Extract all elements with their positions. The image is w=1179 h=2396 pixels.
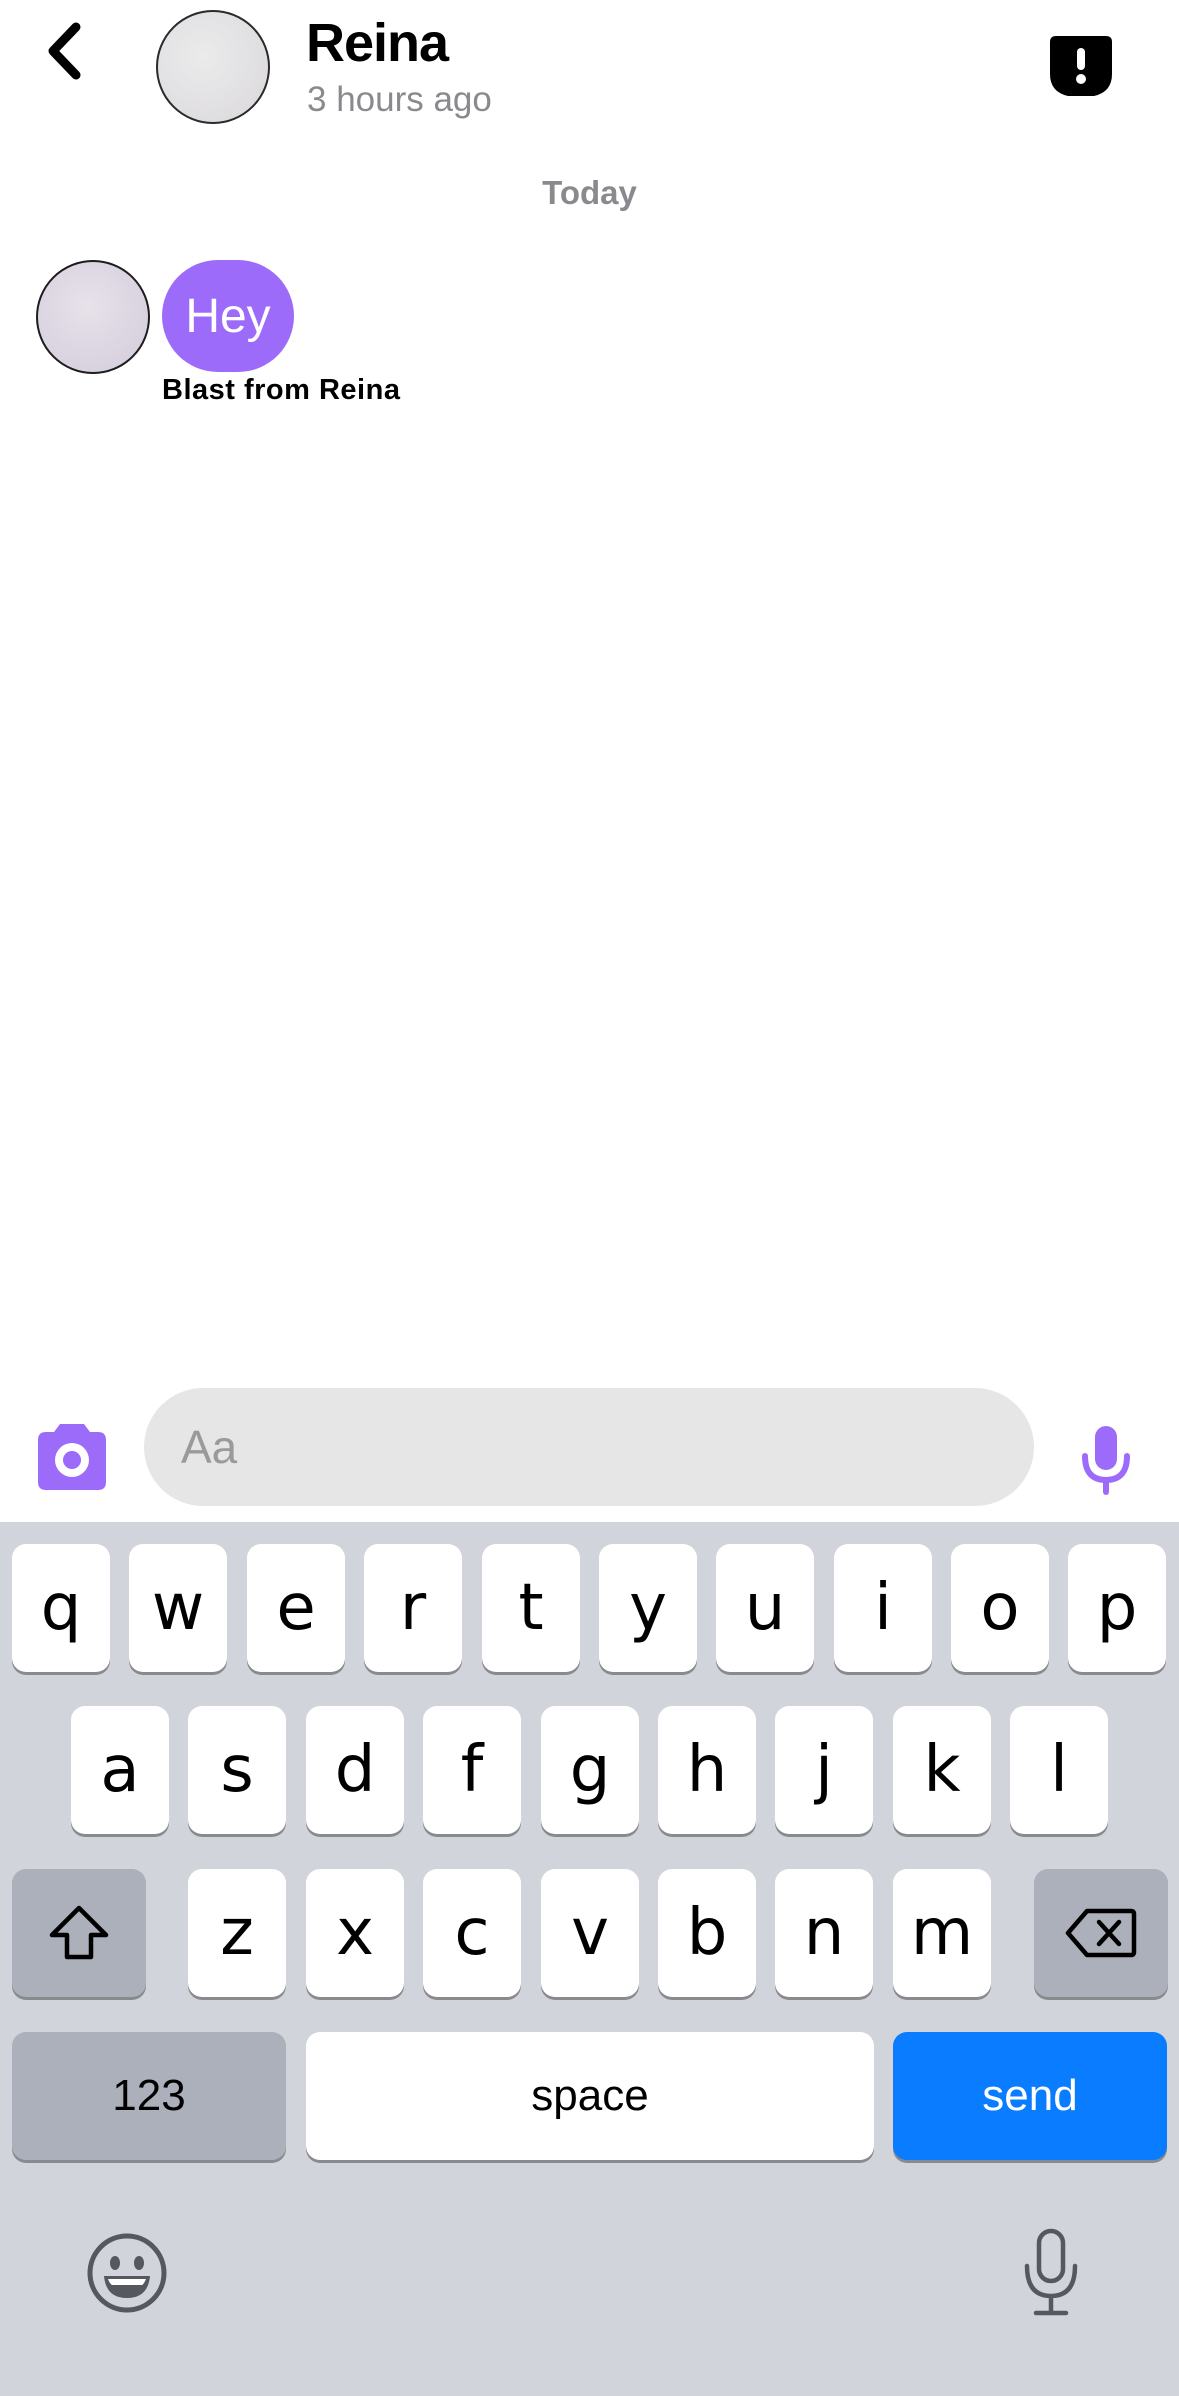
message-bubble[interactable]: Hey	[162, 260, 294, 372]
dictation-button[interactable]	[1022, 2228, 1080, 2318]
key-a[interactable]: a	[71, 1706, 169, 1834]
key-w[interactable]: w	[129, 1544, 227, 1672]
dictation-mic-icon	[1024, 2228, 1078, 2316]
message-text: Hey	[185, 289, 271, 343]
key-p[interactable]: p	[1068, 1544, 1166, 1672]
key-o[interactable]: o	[951, 1544, 1049, 1672]
key-s[interactable]: s	[188, 1706, 286, 1834]
emoji-keyboard-button[interactable]	[86, 2232, 168, 2314]
key-u[interactable]: u	[716, 1544, 814, 1672]
report-button[interactable]	[1046, 30, 1116, 102]
alert-shield-icon	[1050, 36, 1112, 96]
chevron-left-icon	[48, 22, 81, 80]
key-l[interactable]: l	[1010, 1706, 1108, 1834]
key-k[interactable]: k	[893, 1706, 991, 1834]
contact-avatar[interactable]	[156, 10, 270, 124]
shift-key[interactable]	[12, 1869, 146, 1997]
key-e[interactable]: e	[247, 1544, 345, 1672]
key-d[interactable]: d	[306, 1706, 404, 1834]
camera-button[interactable]	[32, 1420, 112, 1492]
message-input[interactable]	[144, 1388, 1034, 1506]
key-r[interactable]: r	[364, 1544, 462, 1672]
key-f[interactable]: f	[423, 1706, 521, 1834]
emoji-icon	[87, 2233, 167, 2313]
back-button[interactable]	[34, 16, 94, 86]
delete-key[interactable]	[1034, 1869, 1168, 1997]
on-screen-keyboard: q w e r t y u i o p a s d f g h j k l z …	[0, 1522, 1179, 2396]
key-z[interactable]: z	[188, 1869, 286, 1997]
chat-header: Reina 3 hours ago	[0, 0, 1179, 150]
send-key[interactable]: send	[893, 2032, 1167, 2160]
shift-arrow-icon	[49, 1905, 109, 1960]
backspace-icon	[1065, 1908, 1137, 1958]
contact-name[interactable]: Reina	[306, 12, 449, 74]
space-key[interactable]: space	[306, 2032, 874, 2160]
sender-avatar[interactable]	[36, 260, 150, 374]
key-i[interactable]: i	[834, 1544, 932, 1672]
key-x[interactable]: x	[306, 1869, 404, 1997]
key-h[interactable]: h	[658, 1706, 756, 1834]
key-j[interactable]: j	[775, 1706, 873, 1834]
voice-message-button[interactable]	[1080, 1424, 1132, 1496]
key-m[interactable]: m	[893, 1869, 991, 1997]
key-b[interactable]: b	[658, 1869, 756, 1997]
key-t[interactable]: t	[482, 1544, 580, 1672]
key-q[interactable]: q	[12, 1544, 110, 1672]
key-g[interactable]: g	[541, 1706, 639, 1834]
message-caption: Blast from Reina	[162, 374, 401, 406]
key-y[interactable]: y	[599, 1544, 697, 1672]
microphone-icon	[1082, 1426, 1130, 1495]
key-c[interactable]: c	[423, 1869, 521, 1997]
numbers-key[interactable]: 123	[12, 2032, 286, 2160]
last-seen-status: 3 hours ago	[307, 80, 492, 119]
key-n[interactable]: n	[775, 1869, 873, 1997]
key-v[interactable]: v	[541, 1869, 639, 1997]
day-separator: Today	[542, 174, 637, 211]
message-composer	[0, 1380, 1179, 1522]
camera-icon	[38, 1424, 106, 1490]
